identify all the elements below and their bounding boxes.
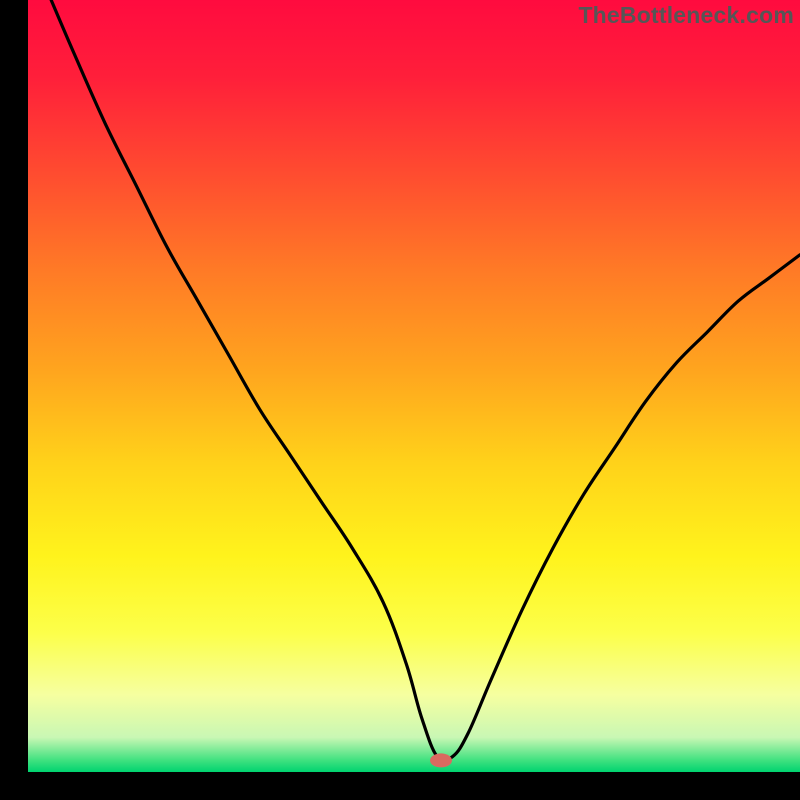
optimal-marker (430, 753, 452, 767)
gradient-background (28, 0, 800, 772)
bottleneck-chart (0, 0, 800, 800)
watermark-text: TheBottleneck.com (578, 2, 794, 29)
chart-stage: TheBottleneck.com (0, 0, 800, 800)
